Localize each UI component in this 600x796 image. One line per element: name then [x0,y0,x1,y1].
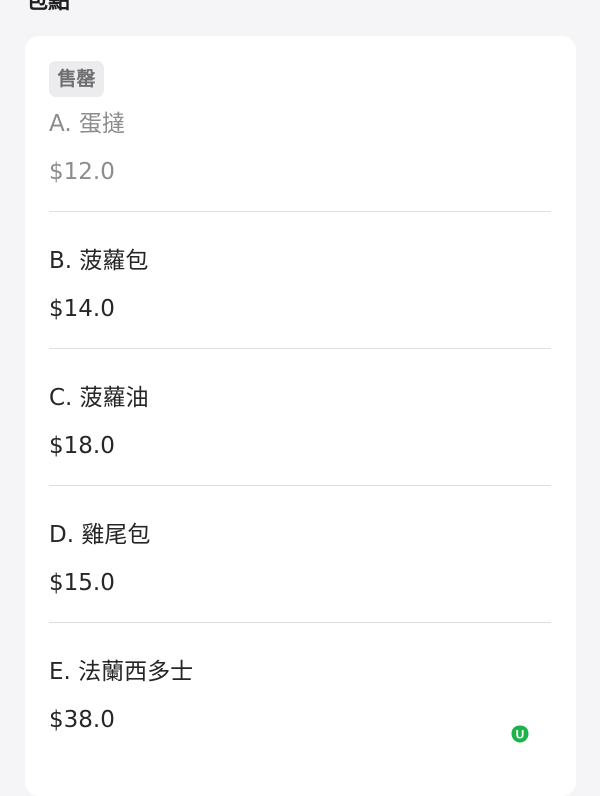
menu-item[interactable]: B. 菠蘿包 $14.0 [49,212,551,349]
menu-item[interactable]: C. 菠蘿油 $18.0 [49,349,551,486]
menu-item-name: C. 菠蘿油 [49,385,149,411]
menu-item-name: E. 法蘭西多士 [49,659,194,685]
section-title: 包點 [26,0,71,14]
menu-item[interactable]: D. 雞尾包 $15.0 [49,486,551,623]
menu-item-price: $18.0 [49,433,115,459]
menu-item-name: B. 菠蘿包 [49,248,149,274]
menu-item-price: $15.0 [49,570,115,596]
menu-item-price: $14.0 [49,296,115,322]
u-logo-icon: U [511,725,529,743]
menu-item[interactable]: E. 法蘭西多士 $38.0 [49,623,551,760]
menu-card: 售罄 A. 蛋撻 $12.0 B. 菠蘿包 $14.0 C. 菠蘿油 $18.0… [25,36,576,796]
menu-item-name: A. 蛋撻 [49,111,125,137]
menu-item-name: D. 雞尾包 [49,522,151,548]
u-logo-letter: U [516,728,525,742]
sold-out-badge: 售罄 [49,61,104,97]
menu-item-price: $38.0 [49,707,115,733]
menu-item-price: $12.0 [49,159,115,185]
menu-item[interactable]: 售罄 A. 蛋撻 $12.0 [49,36,551,212]
